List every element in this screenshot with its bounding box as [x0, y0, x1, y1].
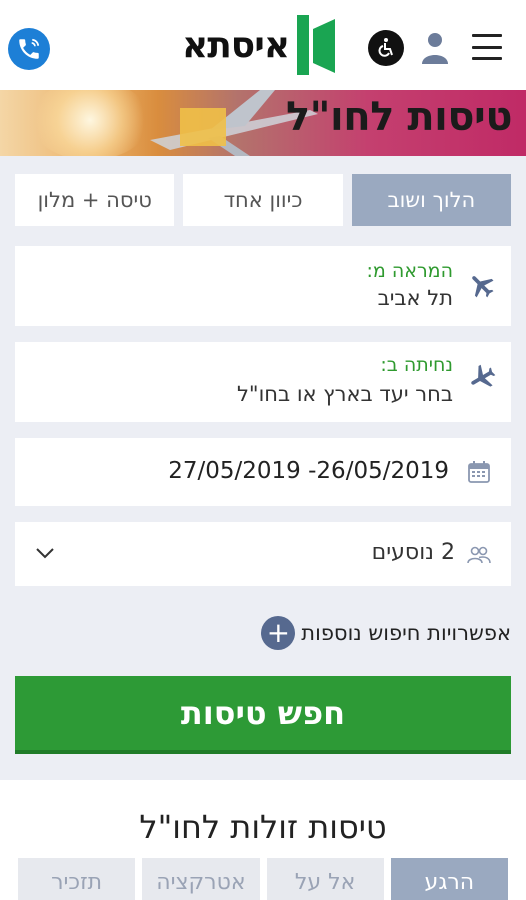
origin-value: תל אביב: [377, 286, 453, 310]
calendar-icon: [468, 461, 490, 483]
tab-round-trip[interactable]: הלוך ושוב: [351, 174, 511, 226]
destination-field[interactable]: נחיתה ב: בחר יעד בארץ או בחו"ל: [15, 342, 511, 422]
issta-logo[interactable]: איסתא: [182, 12, 337, 78]
more-options-label: אפשרויות חיפוש נוספות: [301, 621, 511, 645]
trip-type-tabs: הלוך ושוב כיוון אחד טיסה + מלון: [15, 174, 511, 226]
more-search-options[interactable]: + אפשרויות חיפוש נוספות: [261, 616, 511, 650]
date-range-value: 27/05/2019 -26/05/2019: [168, 458, 449, 484]
search-flights-button[interactable]: חפש טיסות: [15, 676, 511, 754]
user-icon[interactable]: [420, 30, 450, 66]
passengers-icon: [467, 546, 491, 564]
date-range-field[interactable]: 27/05/2019 -26/05/2019: [15, 438, 511, 506]
tab-last-minute[interactable]: הרגע: [390, 858, 508, 900]
tab-elal[interactable]: אל על: [266, 858, 384, 900]
passengers-dropdown[interactable]: 2 נוסעים: [15, 522, 511, 586]
tab-one-way[interactable]: כיוון אחד: [183, 174, 343, 226]
cheap-flights-title: טיסות זולות לחו"ל: [139, 808, 387, 846]
page-title: טיסות לחו"ל: [285, 94, 513, 140]
passengers-value: 2 נוסעים: [371, 540, 455, 565]
logo-text: איסתא: [182, 24, 290, 66]
hero-banner: טיסות לחו"ל: [0, 90, 526, 156]
landing-plane-icon: [471, 364, 496, 387]
destination-label: נחיתה ב:: [380, 354, 453, 376]
tab-flight-hotel[interactable]: טיסה + מלון: [15, 174, 175, 226]
plus-circle-icon: +: [261, 616, 296, 650]
takeoff-plane-icon: [472, 276, 494, 298]
tab-attraction[interactable]: אטרקציה: [142, 858, 260, 900]
site-header: איסתא: [0, 0, 526, 90]
cheap-flights-tabs: הרגע אל על אטרקציה תזכיר: [18, 858, 508, 900]
accessibility-icon[interactable]: [368, 30, 404, 66]
hamburger-menu-icon[interactable]: [472, 34, 502, 60]
phone-icon[interactable]: [8, 28, 50, 70]
tab-reminder[interactable]: תזכיר: [18, 858, 136, 900]
origin-field[interactable]: המראה מ: תל אביב: [15, 246, 511, 326]
chevron-down-icon: [36, 548, 54, 559]
logo-mark-icon: [297, 15, 336, 75]
origin-label: המראה מ:: [366, 260, 453, 282]
destination-value: בחר יעד בארץ או בחו"ל: [236, 382, 453, 406]
